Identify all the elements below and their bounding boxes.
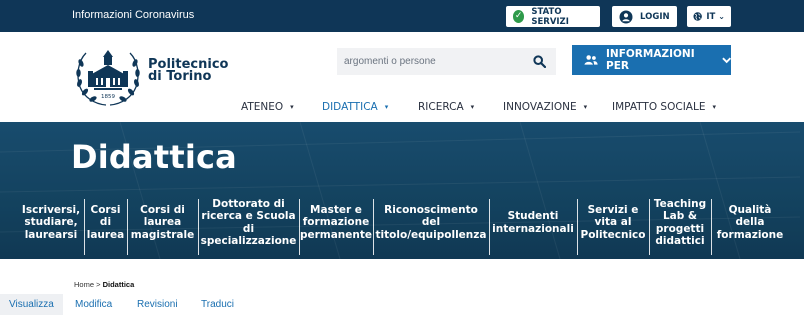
subnav-item[interactable]: Qualità della formazione (712, 186, 788, 259)
subnav-item[interactable]: Studenti internazionali (490, 186, 576, 259)
subnav-item[interactable]: Master e formazione permanente (300, 186, 372, 259)
nav-item-impatto-sociale[interactable]: IMPATTO SOCIALE ▾ (612, 101, 716, 113)
subnav-item[interactable]: Riconoscimento del titolo/equipollenza (374, 186, 488, 259)
globe-icon (693, 12, 702, 21)
search-icon[interactable] (533, 55, 546, 68)
subnav-item-label: Master e formazione permanente (299, 203, 373, 241)
stato-servizi-button[interactable]: ✓ STATO SERVIZI (506, 6, 600, 27)
language-selector[interactable]: IT ⌄ (687, 6, 731, 27)
login-label: LOGIN (640, 11, 670, 22)
hero-banner: Didattica Iscriversi, studiare, laurears… (0, 122, 804, 259)
coronavirus-info-link[interactable]: Informazioni Coronavirus (72, 9, 194, 21)
subnav-item-label: Riconoscimento del titolo/equipollenza (375, 203, 487, 241)
stato-servizi-label: STATO SERVIZI (531, 6, 569, 27)
chevron-down-icon (721, 57, 731, 63)
top-bar: Informazioni Coronavirus ✓ STATO SERVIZI… (0, 0, 804, 32)
tab-revisioni[interactable]: Revisioni (128, 294, 187, 315)
chevron-down-icon: ▾ (583, 103, 588, 111)
subnav-item[interactable]: Iscriversi, studiare, laurearsi (19, 186, 83, 259)
logo-year: 1859 (101, 94, 115, 100)
subnav-item-label: Qualità della formazione (716, 203, 784, 241)
search-box (337, 48, 556, 75)
subnav-item-label: Iscriversi, studiare, laurearsi (21, 203, 81, 241)
page-title: Didattica (71, 138, 237, 176)
nav-item-ateneo[interactable]: ATENEO ▾ (241, 101, 294, 113)
tab-visualizza[interactable]: Visualizza (0, 294, 63, 315)
section-subnav: Iscriversi, studiare, laurearsi Corsi di… (0, 186, 804, 259)
nav-item-label: INNOVAZIONE (503, 101, 577, 113)
nav-item-ricerca[interactable]: RICERCA ▾ (418, 101, 474, 113)
breadcrumb-current: Didattica (102, 280, 135, 289)
login-button[interactable]: LOGIN (612, 6, 677, 27)
chevron-down-icon: ▾ (712, 103, 716, 111)
subnav-item[interactable]: Dottorato di ricerca e Scuola di special… (199, 186, 298, 259)
check-circle-icon: ✓ (513, 10, 525, 23)
breadcrumb-separator: > (96, 280, 101, 289)
nav-item-didattica[interactable]: DIDATTICA ▾ (322, 101, 388, 113)
informazioni-per-button[interactable]: INFORMAZIONI PER (572, 45, 731, 75)
subnav-item-label: Servizi e vita al Politecnico (580, 203, 646, 241)
politecnico-logo[interactable]: 1859 (72, 41, 144, 107)
main-nav: ATENEO ▾ DIDATTICA ▾ RICERCA ▾ INNOVAZIONE ▾… (0, 101, 804, 115)
subnav-item[interactable]: Teaching Lab & progetti didattici (650, 186, 710, 259)
chevron-down-icon: ⌄ (718, 12, 725, 21)
breadcrumb-home-link[interactable]: Home (74, 280, 94, 289)
subnav-item-label: Dottorato di ricerca e Scuola di special… (200, 197, 297, 248)
tab-modifica[interactable]: Modifica (66, 294, 121, 315)
nav-item-label: RICERCA (418, 101, 464, 113)
nav-item-innovazione[interactable]: INNOVAZIONE ▾ (503, 101, 587, 113)
subnav-item-label: Corsi di laurea (86, 203, 125, 241)
chevron-down-icon: ▾ (384, 103, 389, 111)
subnav-item[interactable]: Servizi e vita al Politecnico (578, 186, 648, 259)
breadcrumb: Home > Didattica (74, 280, 134, 289)
language-label: IT (706, 11, 716, 22)
informazioni-per-label: INFORMAZIONI PER (606, 48, 695, 72)
brand-line-2: di Torino (148, 69, 212, 84)
user-icon (619, 10, 633, 23)
subnav-item-label: Corsi di laurea magistrale (130, 203, 195, 241)
subnav-item[interactable]: Corsi di laurea magistrale (128, 186, 197, 259)
search-input[interactable] (337, 48, 517, 75)
brand-name[interactable]: Politecnico di Torino (148, 58, 228, 84)
nav-item-label: DIDATTICA (322, 101, 378, 113)
chevron-down-icon: ▾ (290, 103, 294, 111)
chevron-down-icon: ▾ (470, 103, 475, 111)
admin-tabs: Visualizza Modifica Revisioni Traduci (0, 294, 804, 315)
subnav-item[interactable]: Corsi di laurea (85, 186, 126, 259)
nav-item-label: IMPATTO SOCIALE (612, 101, 706, 113)
subnav-item-label: Studenti internazionali (492, 210, 574, 235)
subnav-item-label: Teaching Lab & progetti didattici (653, 197, 707, 248)
nav-item-label: ATENEO (241, 101, 284, 113)
tab-traduci[interactable]: Traduci (192, 294, 243, 315)
people-icon (584, 55, 598, 65)
